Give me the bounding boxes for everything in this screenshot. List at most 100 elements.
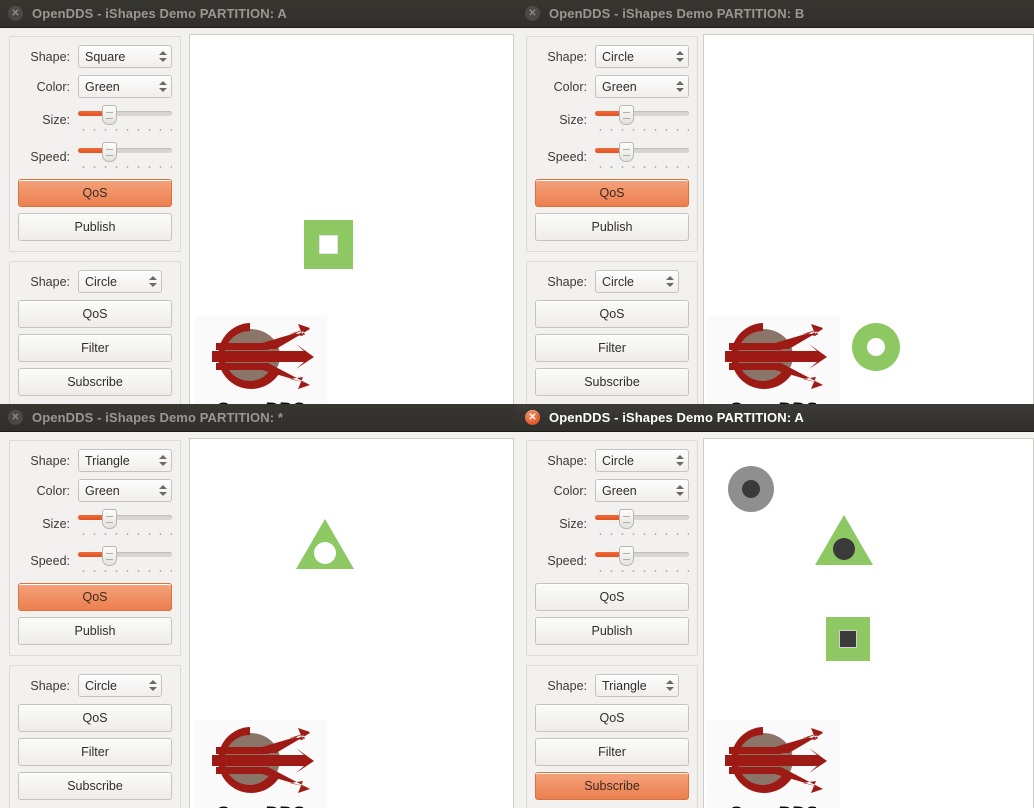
subscriber-filter-button[interactable]: Filter xyxy=(18,738,172,766)
subscriber-qos-button[interactable]: QoS xyxy=(18,704,172,732)
close-icon[interactable]: ✕ xyxy=(8,6,23,21)
shape-circle xyxy=(852,323,900,371)
subscriber-qos-button[interactable]: QoS xyxy=(18,300,172,328)
subscriber-shape-select[interactable]: Circle xyxy=(78,270,162,293)
publisher-qos-button[interactable]: QoS xyxy=(535,583,689,611)
publisher-shape-select[interactable]: Triangle xyxy=(78,449,172,472)
publisher-qos-button[interactable]: QoS xyxy=(18,179,172,207)
publisher-shape-select[interactable]: Circle xyxy=(595,45,689,68)
window-partition-a-top[interactable]: ✕ OpenDDS - iShapes Demo PARTITION: A Op xyxy=(0,0,517,404)
chevron-updown-icon[interactable] xyxy=(158,51,167,62)
close-icon[interactable]: ✕ xyxy=(525,410,540,425)
chevron-updown-icon[interactable] xyxy=(148,680,157,691)
publisher-panel: Shape: Triangle Color: Green Size: Speed… xyxy=(9,440,181,656)
publish-button[interactable]: Publish xyxy=(535,617,689,645)
slider-ticks xyxy=(78,127,172,133)
publisher-shape-select[interactable]: Circle xyxy=(595,449,689,472)
subscribe-button[interactable]: Subscribe xyxy=(535,772,689,800)
publisher-color-value: Green xyxy=(85,79,120,94)
publisher-speed-slider[interactable] xyxy=(595,546,689,576)
subscriber-panel: Shape: Circle QoS Filter Subscribe xyxy=(526,261,698,404)
titlebar[interactable]: ✕ OpenDDS - iShapes Demo PARTITION: * xyxy=(0,404,517,432)
publish-button[interactable]: Publish xyxy=(18,617,172,645)
publisher-color-select[interactable]: Green xyxy=(595,75,689,98)
publisher-speed-label: Speed: xyxy=(547,150,587,164)
subscriber-shape-value: Circle xyxy=(85,678,117,693)
publisher-size-row: Size: xyxy=(18,105,172,135)
chevron-updown-icon[interactable] xyxy=(158,485,167,496)
publisher-color-select[interactable]: Green xyxy=(78,479,172,502)
subscribe-button[interactable]: Subscribe xyxy=(18,772,172,800)
subscriber-qos-button[interactable]: QoS xyxy=(535,704,689,732)
publisher-color-select[interactable]: Green xyxy=(595,479,689,502)
publisher-speed-row: Speed: xyxy=(18,546,172,576)
publisher-size-slider[interactable] xyxy=(78,105,172,135)
window-title: OpenDDS - iShapes Demo PARTITION: B xyxy=(549,6,805,21)
publisher-size-slider[interactable] xyxy=(595,509,689,539)
publisher-color-value: Green xyxy=(602,483,637,498)
chevron-updown-icon[interactable] xyxy=(675,485,684,496)
subscriber-shape-row: Shape: Circle xyxy=(18,270,172,293)
slider-knob[interactable] xyxy=(619,546,635,566)
slider-knob[interactable] xyxy=(102,142,118,162)
publisher-size-slider[interactable] xyxy=(78,509,172,539)
subscriber-shape-select[interactable]: Circle xyxy=(595,270,679,293)
subscriber-shape-row: Shape: Circle xyxy=(18,674,172,697)
window-body: OpenDDS Shape: Circle Color: Green xyxy=(517,28,1034,404)
opendds-logo: OpenDDS xyxy=(194,316,327,404)
subscriber-filter-button[interactable]: Filter xyxy=(535,738,689,766)
publisher-color-label: Color: xyxy=(553,79,587,94)
slider-knob[interactable] xyxy=(619,142,635,162)
shape-circle-grey xyxy=(728,466,774,512)
subscriber-qos-button[interactable]: QoS xyxy=(535,300,689,328)
slider-knob[interactable] xyxy=(619,105,635,125)
close-icon[interactable]: ✕ xyxy=(525,6,540,21)
close-icon[interactable]: ✕ xyxy=(8,410,23,425)
opendds-logo-text: OpenDDS xyxy=(216,804,305,808)
slider-knob[interactable] xyxy=(102,509,118,529)
subscriber-shape-select[interactable]: Triangle xyxy=(595,674,679,697)
titlebar[interactable]: ✕ OpenDDS - iShapes Demo PARTITION: B xyxy=(517,0,1034,28)
publisher-speed-slider[interactable] xyxy=(78,142,172,172)
publish-button[interactable]: Publish xyxy=(18,213,172,241)
subscriber-shape-value: Circle xyxy=(85,274,117,289)
slider-knob[interactable] xyxy=(102,105,118,125)
publisher-color-select[interactable]: Green xyxy=(78,75,172,98)
subscriber-shape-select[interactable]: Circle xyxy=(78,674,162,697)
publisher-panel: Shape: Circle Color: Green Size: Speed: … xyxy=(526,440,698,656)
publisher-size-slider[interactable] xyxy=(595,105,689,135)
titlebar[interactable]: ✕ OpenDDS - iShapes Demo PARTITION: A xyxy=(517,404,1034,432)
chevron-updown-icon[interactable] xyxy=(158,455,167,466)
window-body: OpenDDS Shape: Circle Color: Green xyxy=(517,432,1034,808)
subscriber-shape-label: Shape: xyxy=(30,274,70,289)
shape-triangle xyxy=(813,513,875,567)
subscriber-filter-button[interactable]: Filter xyxy=(18,334,172,362)
chevron-updown-icon[interactable] xyxy=(665,276,674,287)
publisher-speed-slider[interactable] xyxy=(78,546,172,576)
chevron-updown-icon[interactable] xyxy=(675,51,684,62)
subscriber-shape-value: Circle xyxy=(602,274,634,289)
window-partition-star[interactable]: ✕ OpenDDS - iShapes Demo PARTITION: * Sh… xyxy=(0,404,517,808)
subscribe-button[interactable]: Subscribe xyxy=(18,368,172,396)
publisher-qos-button[interactable]: QoS xyxy=(535,179,689,207)
titlebar[interactable]: ✕ OpenDDS - iShapes Demo PARTITION: A xyxy=(0,0,517,28)
window-partition-a-bottom[interactable]: ✕ OpenDDS - iShapes Demo PARTITION: A Sh… xyxy=(517,404,1034,808)
subscribe-button[interactable]: Subscribe xyxy=(535,368,689,396)
publisher-shape-label: Shape: xyxy=(30,453,70,468)
chevron-updown-icon[interactable] xyxy=(665,680,674,691)
subscriber-filter-button[interactable]: Filter xyxy=(535,334,689,362)
chevron-updown-icon[interactable] xyxy=(675,455,684,466)
publisher-qos-button[interactable]: QoS xyxy=(18,583,172,611)
window-partition-b[interactable]: ✕ OpenDDS - iShapes Demo PARTITION: B Op xyxy=(517,0,1034,404)
publish-button[interactable]: Publish xyxy=(535,213,689,241)
subscriber-shape-row: Shape: Circle xyxy=(535,270,689,293)
slider-knob[interactable] xyxy=(619,509,635,529)
opendds-logo-mark xyxy=(724,323,827,389)
publisher-speed-slider[interactable] xyxy=(595,142,689,172)
publisher-color-row: Color: Green xyxy=(18,479,172,502)
chevron-updown-icon[interactable] xyxy=(675,81,684,92)
chevron-updown-icon[interactable] xyxy=(148,276,157,287)
publisher-shape-select[interactable]: Square xyxy=(78,45,172,68)
chevron-updown-icon[interactable] xyxy=(158,81,167,92)
slider-knob[interactable] xyxy=(102,546,118,566)
